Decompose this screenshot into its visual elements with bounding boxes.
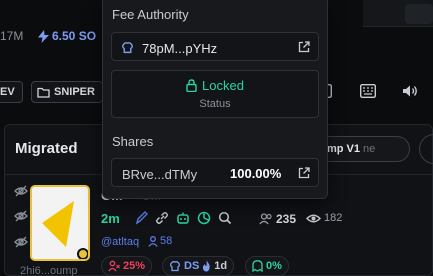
- chef-hat-icon: [169, 261, 181, 272]
- top-right-button[interactable]: [405, 4, 433, 24]
- filter-chip-ev-label: EV: [0, 86, 15, 98]
- panel-title: Migrated: [15, 140, 78, 157]
- filter-chip-sniper-label: SNIPER: [54, 86, 95, 98]
- snipers-pill[interactable]: 0%: [245, 256, 289, 276]
- fee-authority-address: 78pM...pYHz: [142, 41, 218, 56]
- share-address: BRve...dTMy: [122, 167, 198, 182]
- fee-authority-field[interactable]: 78pM...pYHz: [111, 32, 319, 61]
- eye-off-icon[interactable]: [13, 183, 29, 199]
- filter-chip-sniper[interactable]: SNIPER: [31, 81, 103, 103]
- top10-holders-pill[interactable]: 25%: [101, 256, 153, 276]
- user-x-icon: [108, 260, 120, 272]
- pen-icon[interactable]: [134, 211, 148, 225]
- ghost-icon: [252, 260, 263, 272]
- stat-volume: 17M: [0, 29, 24, 43]
- dev-label: DS: [184, 260, 200, 272]
- chef-hat-icon: [122, 42, 133, 54]
- followers-count: 58: [148, 235, 172, 247]
- keyboard-icon[interactable]: [360, 84, 376, 98]
- eye-off-icon[interactable]: [13, 234, 29, 250]
- dev-pill[interactable]: DS 1d: [162, 256, 235, 276]
- lock-status-value: Locked: [202, 78, 244, 93]
- followers-value: 58: [160, 235, 173, 247]
- volume-icon[interactable]: [402, 84, 419, 98]
- creator-handle[interactable]: @atltaq: [101, 236, 139, 248]
- top-right-controls: [363, 0, 433, 27]
- users-icon: [259, 213, 272, 225]
- lock-icon: [186, 79, 197, 92]
- external-link-icon[interactable]: [298, 41, 310, 53]
- lightning-icon: [38, 29, 49, 43]
- user-icon: [148, 235, 158, 247]
- eye-off-icon[interactable]: [13, 208, 29, 224]
- views-count: 182: [306, 212, 342, 224]
- external-link-icon[interactable]: [298, 167, 310, 179]
- filter-chip-ev[interactable]: EV: [0, 81, 23, 103]
- token-address[interactable]: 2hi6...oump: [20, 265, 77, 276]
- share-row[interactable]: BRve...dTMy 100.00%: [111, 158, 319, 187]
- lock-status-caption: Status: [199, 98, 231, 110]
- token-age: 2m: [101, 211, 120, 226]
- search-icon[interactable]: [218, 211, 232, 225]
- folder-icon: [37, 87, 50, 98]
- protocol-filter-search[interactable]: ne: [363, 143, 375, 155]
- holders-value: 235: [276, 212, 297, 226]
- robot-icon[interactable]: [176, 211, 190, 225]
- fee-authority-label: Fee Authority: [112, 7, 189, 22]
- token-meta-icons: [134, 211, 232, 225]
- snipers-value: 0%: [266, 260, 282, 272]
- lock-status-box: Locked Status: [111, 70, 319, 118]
- eye-icon: [306, 214, 321, 222]
- lock-status: Locked: [112, 78, 318, 93]
- dev-age: 1d: [214, 260, 228, 272]
- holders-count: 235: [259, 212, 296, 226]
- shares-label: Shares: [112, 134, 154, 149]
- top10-holders-value: 25%: [123, 260, 146, 272]
- views-value: 182: [324, 212, 343, 224]
- share-percent: 100.00%: [230, 166, 282, 181]
- token-avatar[interactable]: [30, 185, 90, 261]
- pie-chart-icon[interactable]: [197, 211, 211, 225]
- sol-balance[interactable]: 6.50 SO: [38, 29, 96, 43]
- flame-icon: [203, 260, 210, 272]
- link-icon[interactable]: [155, 211, 169, 225]
- sol-balance-value: 6.50 SO: [52, 29, 97, 43]
- migrated-badge: [77, 248, 88, 259]
- fee-authority-popover: Fee Authority 78pM...pYHz Locked Status …: [102, 0, 328, 199]
- protocol-filter-label: mp V1: [327, 143, 361, 155]
